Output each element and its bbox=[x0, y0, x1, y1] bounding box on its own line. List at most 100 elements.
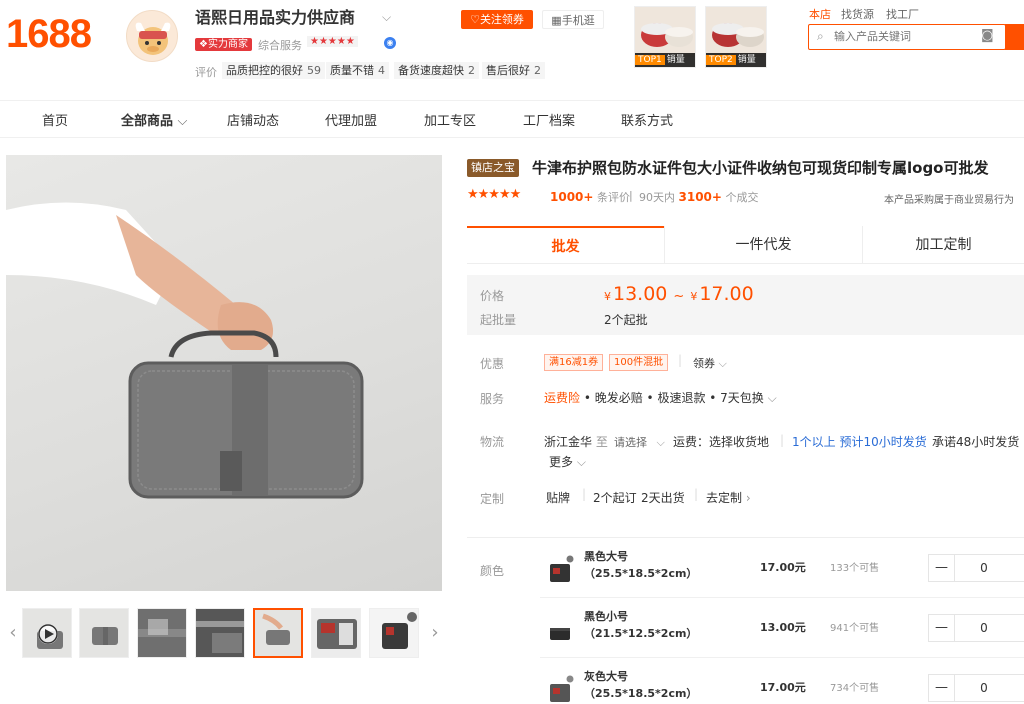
service-items[interactable]: 运费险 • 晚发必赔 • 极速退款 • 7天包换 ⌵ bbox=[544, 389, 777, 406]
sku-thumb[interactable] bbox=[548, 674, 574, 704]
search-tab-factory[interactable]: 找工厂 bbox=[886, 6, 919, 22]
price-low: 13.00 bbox=[613, 283, 668, 305]
thumb-video[interactable] bbox=[22, 608, 72, 658]
thumb-selected[interactable] bbox=[253, 608, 303, 658]
top-product-1[interactable]: TOP1 销量 bbox=[634, 6, 696, 68]
tab-dropship[interactable]: 一件代发 bbox=[664, 226, 862, 264]
search-input[interactable] bbox=[834, 25, 974, 49]
site-logo[interactable]: 1688 bbox=[6, 12, 92, 56]
eval-tag-label: 售后很好 bbox=[486, 64, 530, 77]
search-tab-this-shop[interactable]: 本店 bbox=[809, 6, 831, 22]
shop-name[interactable]: 语熙日用品实力供应商 bbox=[195, 8, 355, 28]
moq-label: 起批量 bbox=[480, 313, 517, 327]
thumb[interactable] bbox=[137, 608, 187, 658]
sku-thumb[interactable] bbox=[548, 614, 574, 644]
nav-home[interactable]: 首页 bbox=[42, 110, 68, 129]
camera-icon[interactable]: ◙ bbox=[981, 28, 994, 43]
nav-shop-news[interactable]: 店铺动态 bbox=[227, 110, 279, 129]
decrement-button[interactable]: — bbox=[929, 615, 955, 641]
go-custom-label: 去定制 bbox=[706, 491, 743, 505]
thumb[interactable] bbox=[195, 608, 245, 658]
decrement-button[interactable]: — bbox=[929, 555, 955, 581]
nav-contact[interactable]: 联系方式 bbox=[621, 110, 673, 129]
top-tag: TOP2 销量 bbox=[706, 53, 766, 67]
sku-thumb[interactable] bbox=[548, 554, 574, 584]
go-custom-link[interactable]: 去定制 › bbox=[706, 489, 751, 506]
thumbs-prev-arrow[interactable]: ‹ bbox=[6, 608, 20, 658]
eval-tag[interactable]: 品质把控的很好 59 bbox=[222, 62, 325, 79]
review-count[interactable]: 1000+ 条评价 bbox=[550, 189, 630, 205]
ship-from-value: 浙江金华 bbox=[544, 435, 593, 449]
nav-agency[interactable]: 代理加盟 bbox=[325, 110, 377, 129]
decrement-button[interactable]: — bbox=[929, 675, 955, 701]
sku-color-label: 颜色 bbox=[480, 564, 505, 578]
top-label: 销量 bbox=[737, 55, 756, 65]
nav-factory-archive[interactable]: 工厂档案 bbox=[523, 110, 575, 129]
sku-name: 黑色小号（21.5*12.5*2cm） bbox=[584, 610, 698, 640]
review-count-value: 1000+ bbox=[550, 190, 594, 204]
divider: | bbox=[694, 487, 699, 501]
search-tab-source[interactable]: 找货源 bbox=[841, 6, 874, 22]
quantity-stepper: — 0 bbox=[928, 614, 1024, 642]
mobile-label: 手机逛 bbox=[561, 14, 595, 27]
sku-price: 17.00元 bbox=[760, 561, 806, 574]
thumb-image bbox=[312, 609, 360, 657]
tab-wholesale[interactable]: 批发 bbox=[467, 226, 664, 264]
address-select[interactable]: 请选择 ⌵ bbox=[614, 434, 665, 450]
top-rank: TOP1 bbox=[635, 55, 665, 65]
thumb[interactable] bbox=[369, 608, 419, 658]
currency-symbol: ¥ bbox=[690, 290, 698, 303]
quantity-input[interactable]: 0 bbox=[959, 675, 1009, 701]
price-tilde: ~ bbox=[673, 289, 685, 304]
search-button[interactable] bbox=[1005, 24, 1024, 50]
top-product-2[interactable]: TOP2 销量 bbox=[705, 6, 767, 68]
thumb[interactable] bbox=[311, 608, 361, 658]
eval-tag[interactable]: 备货速度超快 2 bbox=[394, 62, 479, 79]
sku-row: 黑色大号（25.5*18.5*2cm） 17.00元 133个可售 — 0 bbox=[540, 540, 1024, 598]
quantity-input[interactable]: 0 bbox=[959, 615, 1009, 641]
eval-tag-count: 2 bbox=[468, 64, 475, 77]
mobile-browse-button[interactable]: ▦手机逛 bbox=[542, 10, 604, 29]
get-coupon-link[interactable]: 领券 ⌵ bbox=[693, 355, 727, 371]
thumb[interactable] bbox=[79, 608, 129, 658]
strength-merchant-badge: ❖实力商家 bbox=[195, 38, 252, 51]
thumbs-next-arrow[interactable]: › bbox=[428, 608, 442, 658]
product-main-image[interactable] bbox=[6, 155, 442, 591]
follow-coupon-button[interactable]: ♡关注领券 bbox=[461, 10, 533, 29]
thumb-image bbox=[255, 610, 301, 656]
quantity-input[interactable]: 0 bbox=[959, 555, 1009, 581]
rating-stars: ★★★★★ bbox=[467, 187, 521, 202]
eval-tag[interactable]: 售后很好 2 bbox=[482, 62, 545, 79]
info-icon[interactable]: ◉ bbox=[384, 37, 396, 49]
chevron-right-icon: › bbox=[745, 491, 751, 505]
chevron-down-icon[interactable]: ⌵ bbox=[382, 10, 391, 25]
coupon-tag[interactable]: 满16减1券 bbox=[544, 354, 604, 371]
tab-custom[interactable]: 加工定制 bbox=[862, 226, 1024, 264]
review-count-label: 条评价 bbox=[596, 191, 630, 204]
qr-icon: ▦ bbox=[551, 14, 562, 27]
badge-icon: ❖ bbox=[199, 39, 208, 50]
thumb-image bbox=[196, 609, 244, 657]
eval-tag-count: 59 bbox=[307, 64, 321, 77]
more-logistics-link[interactable]: 更多 ⌵ bbox=[549, 453, 586, 470]
sku-row: 黑色小号（21.5*12.5*2cm） 13.00元 941个可售 — 0 bbox=[540, 600, 1024, 658]
nav-all-products[interactable]: 全部商品 ⌵ bbox=[121, 110, 187, 129]
nav-processing[interactable]: 加工专区 bbox=[424, 110, 476, 129]
shop-avatar[interactable] bbox=[126, 10, 178, 62]
ship-estimate: 1个以上 预计10小时发货 bbox=[792, 435, 927, 449]
price-label: 价格 bbox=[480, 289, 505, 303]
shop-treasure-tag: 镇店之宝 bbox=[467, 159, 519, 177]
section-divider bbox=[467, 537, 1024, 538]
currency-symbol: ¥ bbox=[604, 290, 611, 303]
sku-name: 灰色大号（25.5*18.5*2cm） bbox=[584, 670, 698, 700]
divider: | bbox=[582, 487, 587, 501]
coupon-tag[interactable]: 100件混批 bbox=[609, 354, 669, 371]
top-label: 销量 bbox=[666, 55, 685, 65]
top-tag: TOP1 销量 bbox=[635, 53, 695, 67]
get-coupon-label: 领券 bbox=[693, 357, 715, 370]
price-range: ¥13.00 ~ ¥17.00 bbox=[604, 283, 754, 305]
custom-type: 贴牌 bbox=[546, 491, 571, 505]
thumb-video-image bbox=[23, 609, 71, 657]
logistics-label: 物流 bbox=[480, 435, 505, 449]
eval-tag[interactable]: 质量不错 4 bbox=[326, 62, 389, 79]
